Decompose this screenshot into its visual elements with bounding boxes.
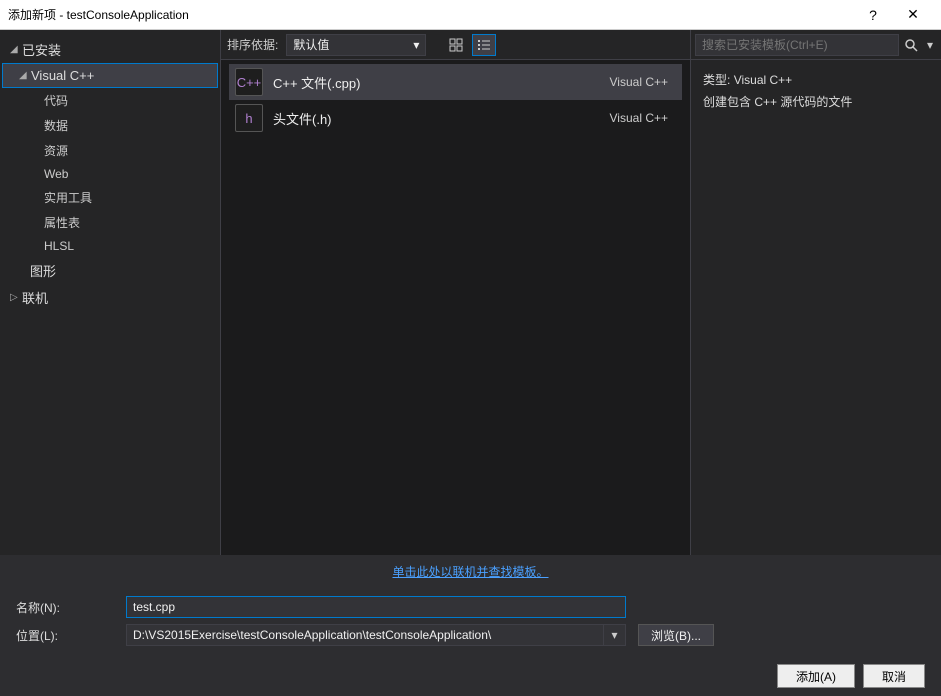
sort-combo[interactable]: 默认值 ▾ xyxy=(286,34,426,56)
window-title: 添加新项 - testConsoleApplication xyxy=(8,6,853,23)
tree-item-code[interactable]: 代码 xyxy=(0,88,220,113)
tree-item-utility[interactable]: 实用工具 xyxy=(0,185,220,210)
category-sidebar: ◢已安装 ◢Visual C++ 代码 数据 资源 Web 实用工具 属性表 H… xyxy=(0,30,220,555)
chevron-down-icon: ▾ xyxy=(413,38,419,52)
search-icon[interactable] xyxy=(899,34,923,56)
chevron-down-icon[interactable]: ▾ xyxy=(923,38,937,52)
name-label: 名称(N): xyxy=(16,599,126,616)
view-grid-button[interactable] xyxy=(444,34,468,56)
tree-installed[interactable]: ◢已安装 xyxy=(0,36,220,63)
template-list: C++ C++ 文件(.cpp) Visual C++ h 头文件(.h) Vi… xyxy=(221,60,690,555)
view-list-button[interactable] xyxy=(472,34,496,56)
name-input[interactable] xyxy=(126,596,626,618)
tree-graphics-label: 图形 xyxy=(30,261,56,280)
template-details: 类型: Visual C++ 创建包含 C++ 源代码的文件 xyxy=(691,60,941,123)
find-online-link[interactable]: 单击此处以联机并查找模板。 xyxy=(392,565,548,579)
detail-description: 创建包含 C++ 源代码的文件 xyxy=(703,92,929,114)
bottom-form: 名称(N): 位置(L): ▾ 浏览(B)... xyxy=(0,588,941,660)
template-panel: 排序依据: 默认值 ▾ C++ C++ 文件(.cpp) Visual C++ … xyxy=(220,30,691,555)
location-label: 位置(L): xyxy=(16,627,126,644)
tree-item-hlsl[interactable]: HLSL xyxy=(0,235,220,257)
location-input[interactable] xyxy=(126,624,604,646)
template-lang: Visual C++ xyxy=(610,111,668,125)
header-file-icon: h xyxy=(235,104,263,132)
search-bar: ▾ xyxy=(691,30,941,60)
tree-graphics[interactable]: 图形 xyxy=(0,257,220,284)
tree-online-label: 联机 xyxy=(22,288,48,307)
help-button[interactable]: ? xyxy=(853,7,893,23)
detail-type-label: 类型: xyxy=(703,73,730,87)
template-row-header[interactable]: h 头文件(.h) Visual C++ xyxy=(229,100,682,136)
close-button[interactable]: ✕ xyxy=(893,6,933,23)
sort-label: 排序依据: xyxy=(227,36,278,53)
template-lang: Visual C++ xyxy=(610,75,668,89)
cpp-file-icon: C++ xyxy=(235,68,263,96)
tree-item-propsheet[interactable]: 属性表 xyxy=(0,210,220,235)
tree-item-data[interactable]: 数据 xyxy=(0,113,220,138)
tree-online[interactable]: ▷联机 xyxy=(0,284,220,311)
search-input[interactable] xyxy=(695,34,899,56)
add-button[interactable]: 添加(A) xyxy=(777,664,855,688)
location-dropdown-button[interactable]: ▾ xyxy=(604,624,626,646)
template-label: 头文件(.h) xyxy=(273,109,610,128)
browse-button[interactable]: 浏览(B)... xyxy=(638,624,714,646)
dialog-actions: 添加(A) 取消 xyxy=(0,660,941,696)
sort-value: 默认值 xyxy=(293,36,329,53)
template-label: C++ 文件(.cpp) xyxy=(273,73,610,92)
tree-visual-cpp-label: Visual C++ xyxy=(31,68,94,83)
details-panel: ▾ 类型: Visual C++ 创建包含 C++ 源代码的文件 xyxy=(691,30,941,555)
detail-type-value: Visual C++ xyxy=(734,73,792,87)
tree-visual-cpp[interactable]: ◢Visual C++ xyxy=(2,63,218,88)
tree-item-web[interactable]: Web xyxy=(0,163,220,185)
template-row-cpp[interactable]: C++ C++ 文件(.cpp) Visual C++ xyxy=(229,64,682,100)
titlebar: 添加新项 - testConsoleApplication ? ✕ xyxy=(0,0,941,30)
tree-installed-label: 已安装 xyxy=(22,40,61,59)
toolbar: 排序依据: 默认值 ▾ xyxy=(221,30,690,60)
online-link-bar: 单击此处以联机并查找模板。 xyxy=(0,555,941,588)
cancel-button[interactable]: 取消 xyxy=(863,664,925,688)
tree-item-resource[interactable]: 资源 xyxy=(0,138,220,163)
